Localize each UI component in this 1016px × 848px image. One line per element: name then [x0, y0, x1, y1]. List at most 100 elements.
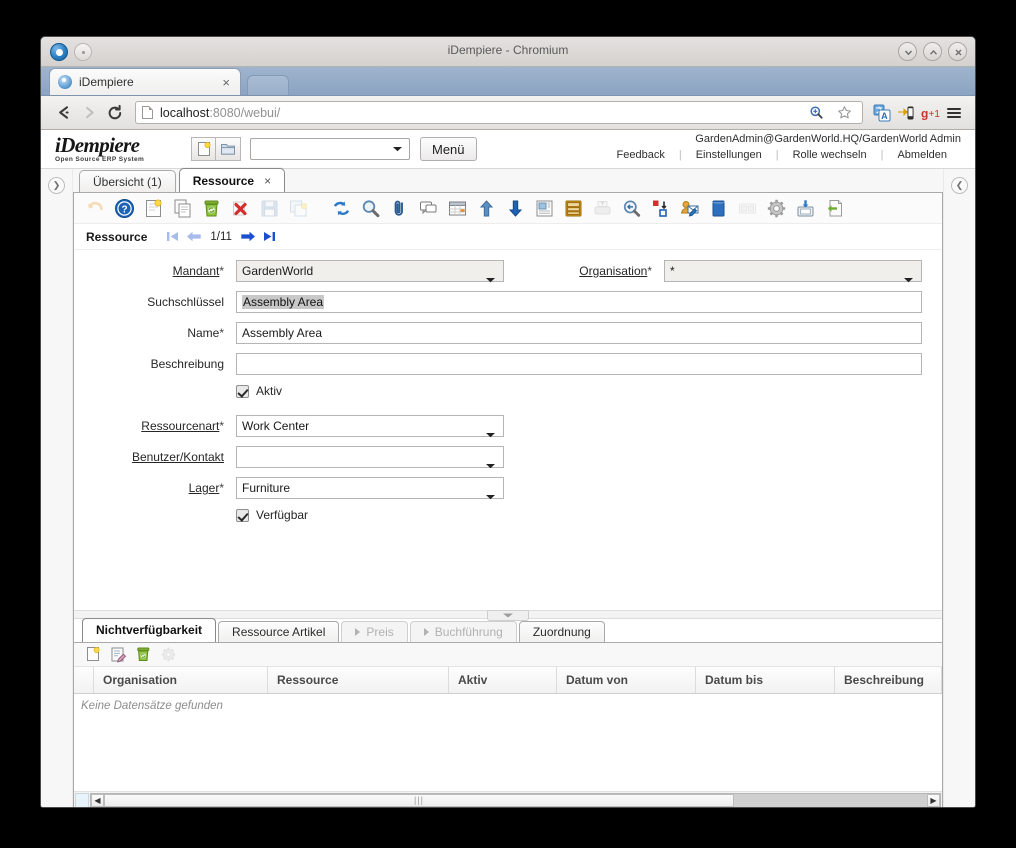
bookmark-star-icon[interactable]: [832, 101, 856, 125]
undo-icon[interactable]: [82, 195, 109, 222]
browser-tab-idempiere[interactable]: iDempiere ×: [49, 68, 241, 95]
ressourcenart-select[interactable]: Work Center: [236, 415, 504, 438]
tab-nichtverfuegbarkeit[interactable]: Nichtverfügbarkeit: [82, 617, 217, 642]
edit-record-icon[interactable]: [107, 644, 129, 664]
field-beschreibung[interactable]: [236, 353, 922, 375]
address-bar[interactable]: localhost:8080/webui/: [135, 101, 863, 124]
name-input[interactable]: Assembly Area: [236, 322, 922, 344]
open-folder-icon[interactable]: [216, 137, 241, 161]
grid-col-aktiv[interactable]: Aktiv: [449, 666, 557, 693]
tab-zuordnung[interactable]: Zuordnung: [518, 620, 605, 642]
field-organisation[interactable]: *: [664, 260, 922, 283]
detail-record-icon[interactable]: [502, 195, 529, 222]
export-icon[interactable]: [792, 195, 819, 222]
grid-horizontal-scrollbar[interactable]: ◀ ||| ▶: [74, 791, 942, 807]
close-window-tab-icon[interactable]: ×: [264, 174, 271, 188]
browser-menu-icon[interactable]: [942, 101, 966, 125]
next-record-icon[interactable]: [237, 227, 259, 247]
close-button[interactable]: [948, 42, 967, 61]
product-info-icon[interactable]: [705, 195, 732, 222]
tab-label: Zuordnung: [532, 624, 591, 639]
parent-record-icon[interactable]: [473, 195, 500, 222]
organisation-select[interactable]: *: [664, 260, 922, 283]
request-icon[interactable]: [676, 195, 703, 222]
scroll-right-arrow-icon[interactable]: ▶: [927, 793, 940, 807]
suchschluessel-input[interactable]: Assembly Area: [236, 291, 922, 313]
back-button[interactable]: [50, 100, 76, 126]
window-tab-uebersicht[interactable]: Übersicht (1): [79, 170, 176, 192]
refresh-icon[interactable]: [328, 195, 355, 222]
grid-col-datum-bis[interactable]: Datum bis: [696, 666, 835, 693]
report-icon[interactable]: [531, 195, 558, 222]
mandant-select[interactable]: GardenWorld: [236, 260, 504, 283]
field-mandant[interactable]: GardenWorld: [236, 260, 504, 283]
link-rolle-wechseln[interactable]: Rolle wechseln: [779, 149, 881, 161]
scrollbar-track[interactable]: ◀ ||| ▶: [90, 792, 941, 807]
window-tab-label: Ressource: [192, 173, 255, 188]
zoom-icon[interactable]: [804, 101, 828, 125]
archive-icon[interactable]: [560, 195, 587, 222]
maximize-button[interactable]: [923, 42, 942, 61]
link-einstellungen[interactable]: Einstellungen: [682, 149, 776, 161]
field-ressourcenart[interactable]: Work Center: [236, 415, 504, 438]
tab-preis[interactable]: Preis: [341, 620, 408, 642]
field-aktiv[interactable]: Aktiv: [236, 384, 922, 406]
delete-record-icon[interactable]: [198, 195, 225, 222]
chat-icon[interactable]: [415, 195, 442, 222]
mobile-icon[interactable]: [894, 101, 918, 125]
grid-col-organisation[interactable]: Organisation: [94, 666, 268, 693]
verfuegbar-checkbox[interactable]: [236, 508, 249, 522]
delete-record-icon[interactable]: [132, 644, 154, 664]
new-record-icon[interactable]: [82, 644, 104, 664]
grid-col-beschreibung[interactable]: Beschreibung: [835, 666, 942, 693]
last-record-icon[interactable]: [259, 227, 281, 247]
zoom-across-icon[interactable]: [647, 195, 674, 222]
reload-button[interactable]: [102, 100, 128, 126]
gplus-icon[interactable]: g +1: [918, 101, 942, 125]
aktiv-checkbox-row[interactable]: Aktiv: [236, 384, 922, 398]
global-search-select[interactable]: [250, 138, 410, 160]
new-tab-button[interactable]: [247, 75, 289, 95]
scroll-left-arrow-icon[interactable]: ◀: [91, 793, 104, 807]
window-tab-ressource[interactable]: Ressource ×: [178, 168, 286, 192]
idempiere-favicon-icon: [58, 75, 72, 89]
field-benutzer-kontakt[interactable]: [236, 446, 504, 469]
collapse-right-panel-icon[interactable]: ❮: [951, 177, 968, 194]
aktiv-checkbox[interactable]: [236, 384, 249, 398]
scrollbar-thumb[interactable]: |||: [104, 793, 734, 807]
previous-record-icon[interactable]: [183, 227, 205, 247]
tab-buchfuehrung[interactable]: Buchführung: [409, 620, 517, 642]
field-name[interactable]: Assembly Area: [236, 322, 922, 344]
grid-col-ressource[interactable]: Ressource: [268, 666, 449, 693]
field-verfuegbar[interactable]: Verfügbar: [236, 508, 922, 530]
benutzer-kontakt-select[interactable]: [236, 446, 504, 469]
link-abmelden[interactable]: Abmelden: [883, 149, 961, 161]
link-feedback[interactable]: Feedback: [603, 149, 679, 161]
process-gear-icon[interactable]: [763, 195, 790, 222]
tab-ressource-artikel[interactable]: Ressource Artikel: [218, 620, 340, 642]
menu-button[interactable]: Menü: [420, 137, 477, 161]
splitter-collapse-icon[interactable]: [487, 609, 529, 621]
field-suchschluessel[interactable]: Assembly Area: [236, 291, 922, 313]
verfuegbar-checkbox-row[interactable]: Verfügbar: [236, 508, 922, 522]
beschreibung-input[interactable]: [236, 353, 922, 375]
first-record-icon[interactable]: [161, 227, 183, 247]
grid-toggle-icon[interactable]: [444, 195, 471, 222]
expand-left-panel-icon[interactable]: ❯: [48, 177, 65, 194]
exit-icon[interactable]: [821, 195, 848, 222]
print-preview-icon[interactable]: [618, 195, 645, 222]
copy-record-icon[interactable]: [169, 195, 196, 222]
lager-select[interactable]: Furniture: [236, 477, 504, 500]
translate-icon[interactable]: A: [870, 101, 894, 125]
close-tab-icon[interactable]: ×: [220, 76, 232, 89]
new-document-icon[interactable]: [191, 137, 216, 161]
field-lager[interactable]: Furniture: [236, 477, 504, 500]
minimize-button[interactable]: [898, 42, 917, 61]
attachment-icon[interactable]: [386, 195, 413, 222]
grid-col-datum-von[interactable]: Datum von: [557, 666, 696, 693]
find-icon[interactable]: [357, 195, 384, 222]
field-label-benutzer-kontakt: Benutzer/Kontakt: [131, 450, 224, 464]
help-icon[interactable]: ?: [111, 195, 138, 222]
delete-selection-icon[interactable]: [227, 195, 254, 222]
new-record-icon[interactable]: [140, 195, 167, 222]
